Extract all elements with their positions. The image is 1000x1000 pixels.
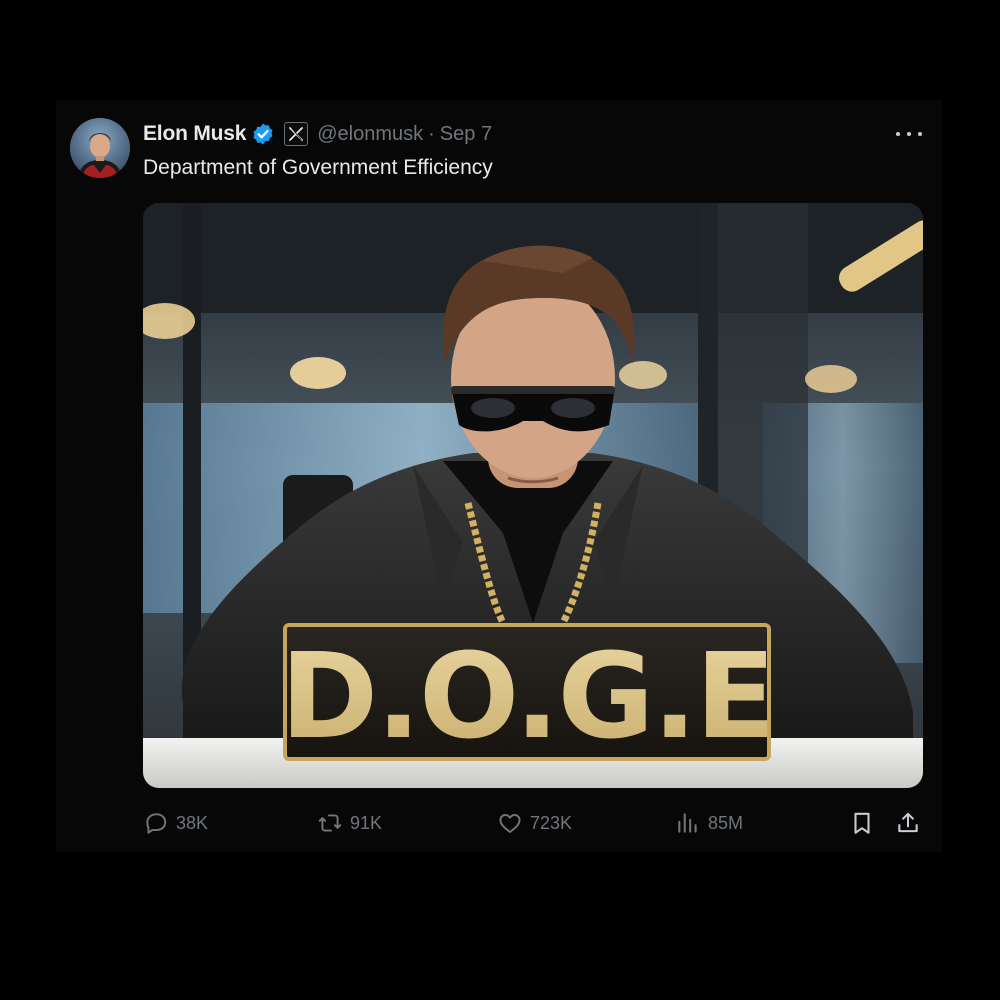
action-bar: 38K 91K 723K 85M	[143, 810, 923, 836]
more-dots-icon[interactable]	[896, 124, 922, 144]
like-count: 723K	[530, 812, 573, 833]
avatar-image	[70, 118, 130, 178]
views-bar-chart-icon	[678, 813, 697, 833]
share-icon	[898, 812, 918, 833]
tweet-media[interactable]: D.O.G.E	[143, 203, 923, 788]
tweet-card[interactable]: Elon Musk @elonmusk · Sep 7 Department o…	[56, 100, 942, 852]
reply-count: 38K	[176, 812, 209, 833]
tweet-header: Elon Musk @elonmusk · Sep 7	[143, 120, 492, 148]
sign-text: D.O.G.E	[280, 627, 774, 765]
tweet-text: Department of Government Efficiency	[143, 156, 493, 179]
verified-badge-icon[interactable]	[251, 122, 275, 146]
reply-icon	[146, 813, 167, 834]
repost-button[interactable]: 91K	[317, 810, 382, 836]
reply-button[interactable]: 38K	[143, 810, 208, 836]
author-handle[interactable]: @elonmusk	[317, 123, 423, 146]
x-logo-icon[interactable]	[284, 122, 309, 146]
bookmark-icon	[854, 812, 870, 834]
media-image: D.O.G.E	[143, 203, 923, 788]
repost-icon	[318, 814, 342, 832]
view-count: 85M	[708, 812, 744, 833]
views-button[interactable]: 85M	[675, 810, 743, 836]
bookmark-button[interactable]	[849, 810, 875, 836]
post-date[interactable]: Sep 7	[440, 123, 492, 146]
avatar[interactable]	[70, 118, 130, 178]
author-name[interactable]: Elon Musk	[143, 122, 246, 146]
share-button[interactable]	[895, 810, 921, 836]
separator-dot: ·	[428, 122, 435, 145]
like-button[interactable]: 723K	[497, 810, 572, 836]
heart-icon	[499, 814, 521, 833]
repost-count: 91K	[350, 812, 383, 833]
